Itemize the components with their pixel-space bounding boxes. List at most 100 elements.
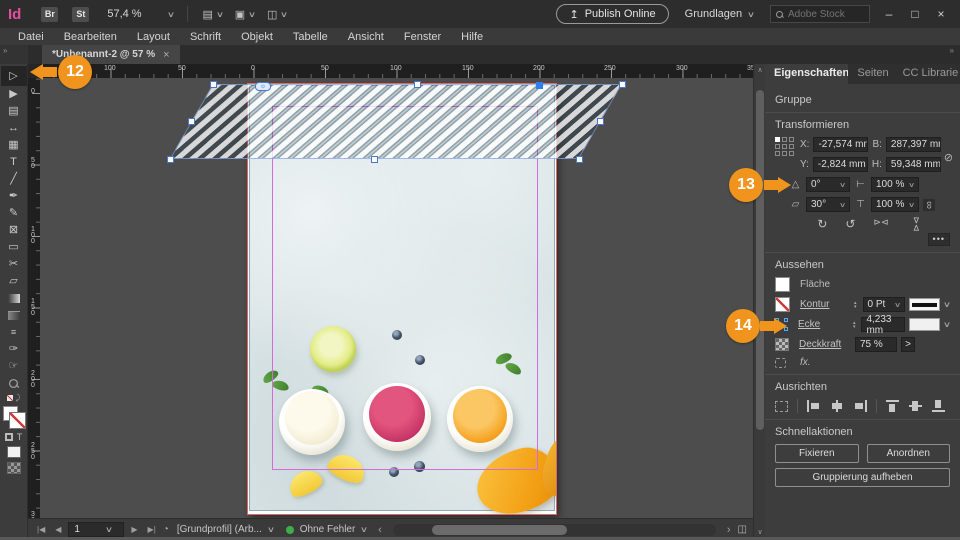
menu-schrift[interactable]: Schrift <box>180 31 231 43</box>
rotation-angle-field[interactable]: 0° ∨ <box>806 177 850 192</box>
vertical-scrollbar-thumb[interactable] <box>756 90 764 430</box>
tool-pencil[interactable]: ✎ <box>1 205 27 222</box>
lock-button[interactable]: Fixieren <box>775 444 859 463</box>
selection-handle[interactable] <box>597 118 604 125</box>
tab-cc-libraries[interactable]: CC Librarie <box>894 64 960 84</box>
x-position-field[interactable]: -27,574 mm <box>813 137 869 152</box>
opacity-link[interactable]: Deckkraft <box>799 339 851 350</box>
screen-mode-control[interactable]: ▣ ∨ <box>235 8 256 21</box>
menu-layout[interactable]: Layout <box>127 31 180 43</box>
publish-online-button[interactable]: ↥ Publish Online <box>556 4 669 24</box>
scroll-left-arrow[interactable]: ‹ <box>375 524 385 536</box>
vertical-scrollbar[interactable]: ∧ ∨ <box>753 64 765 540</box>
selection-handle[interactable] <box>188 118 195 125</box>
tool-hand[interactable]: ☞ <box>1 358 27 375</box>
y-position-field[interactable]: -2,824 mm <box>812 157 868 172</box>
object-style-icon[interactable] <box>775 357 786 368</box>
menu-bearbeiten[interactable]: Bearbeiten <box>54 31 127 43</box>
opacity-field[interactable]: 75 % <box>855 337 897 352</box>
effects-icon[interactable]: fx. <box>800 357 811 368</box>
scroll-up-icon[interactable]: ∧ <box>754 66 766 74</box>
bridge-button[interactable]: Br <box>41 6 59 22</box>
selected-striped-object[interactable] <box>169 84 622 159</box>
align-left-button[interactable] <box>807 400 821 412</box>
selection-handle[interactable] <box>619 81 626 88</box>
arrange-documents-control[interactable]: ◫ ∨ <box>267 8 288 21</box>
tool-scissors[interactable]: ✂ <box>1 256 27 273</box>
selection-handle[interactable] <box>167 156 174 163</box>
opacity-more-button[interactable]: > <box>901 337 915 352</box>
tool-gradient[interactable] <box>1 290 27 307</box>
next-page-button[interactable]: ▶ <box>128 525 140 534</box>
stroke-weight-field[interactable]: 0 Pt ∨ <box>862 297 906 312</box>
last-page-button[interactable]: ▶| <box>145 525 159 534</box>
tool-direct-selection[interactable]: ▶ <box>1 86 27 103</box>
formatting-affects-controls[interactable]: T <box>4 432 22 442</box>
arrange-button[interactable]: Anordnen <box>866 444 950 463</box>
flip-horizontal-button[interactable]: ⊳⊲ <box>873 217 888 231</box>
default-swap-swatches[interactable]: ⤸ <box>6 392 20 404</box>
panel-collapse-icon[interactable]: » <box>950 45 960 64</box>
first-page-button[interactable]: |◀ <box>34 525 48 534</box>
corner-radius-field[interactable]: 4,233 mm <box>861 314 905 336</box>
selection-handle[interactable] <box>414 81 421 88</box>
menu-hilfe[interactable]: Hilfe <box>451 31 493 43</box>
height-field[interactable]: 59,348 mm <box>885 157 941 172</box>
rotate-cw-button[interactable]: ↻ <box>817 217 827 231</box>
tool-pen[interactable]: ✒ <box>1 188 27 205</box>
corner-radius-stepper[interactable]: ▴ ▾ <box>853 320 856 329</box>
tool-note[interactable]: ≡ <box>1 324 27 341</box>
tab-seiten[interactable]: Seiten <box>848 64 893 84</box>
adobe-stock-search[interactable] <box>770 5 870 23</box>
align-right-button[interactable] <box>853 400 867 412</box>
pasteboard[interactable]: ⊙ <box>40 78 753 518</box>
tool-content-collector[interactable]: ▦ <box>1 137 27 154</box>
align-center-horizontal-button[interactable] <box>830 400 844 412</box>
previous-page-button[interactable]: ◀ <box>52 525 64 534</box>
selection-handle[interactable] <box>576 156 583 163</box>
stock-button[interactable]: St <box>72 6 90 22</box>
tool-rectangle[interactable]: ▭ <box>1 239 27 256</box>
align-bottom-button[interactable] <box>932 400 946 412</box>
preflight-icon[interactable]: ◔ <box>163 524 169 535</box>
horizontal-scrollbar[interactable] <box>392 523 716 536</box>
vertical-ruler[interactable]: 0 50 100 150 200 250 300 <box>28 78 40 518</box>
scale-y-field[interactable]: 100 % ∨ <box>871 197 919 212</box>
page-number-field[interactable]: 1 ∨ <box>68 522 125 537</box>
menu-fenster[interactable]: Fenster <box>394 31 451 43</box>
stroke-swatch[interactable] <box>8 412 26 429</box>
align-top-button[interactable] <box>886 400 900 412</box>
tool-gap[interactable]: ↔ <box>1 120 27 137</box>
tab-close-icon[interactable]: × <box>163 49 169 61</box>
preflight-profile-menu[interactable]: [Grundprofil] (Arb... ∨ <box>173 524 278 535</box>
apply-color-button[interactable] <box>6 446 21 458</box>
toolbar-collapse-icon[interactable]: » <box>0 45 28 64</box>
scale-x-field[interactable]: 100 % ∨ <box>871 177 919 192</box>
content-grabber-badge[interactable]: ⊙ <box>255 82 271 91</box>
tool-free-transform[interactable]: ▱ <box>1 273 27 290</box>
flip-vertical-button[interactable]: ⊳⊲ <box>907 216 921 231</box>
constrain-dimensions-icon[interactable]: ⊘ <box>944 151 953 164</box>
corner-style-swatch[interactable] <box>908 318 941 331</box>
spread-view-icon[interactable]: ◫ <box>738 524 747 535</box>
search-input[interactable] <box>788 8 862 20</box>
shear-angle-field[interactable]: 30° ∨ <box>806 197 850 212</box>
tool-selection[interactable]: ▷ <box>0 66 27 86</box>
width-field[interactable]: 287,397 mm <box>885 137 941 152</box>
horizontal-scrollbar-thumb[interactable] <box>431 524 568 535</box>
zoom-level-control[interactable]: 57,4 % ∨ <box>107 8 174 20</box>
tab-eigenschaften[interactable]: Eigenschaften <box>765 64 849 84</box>
more-options-button[interactable]: ••• <box>927 233 950 246</box>
tool-eyedropper[interactable]: ✑ <box>1 341 27 358</box>
constrain-scale-icon[interactable]: ∞ <box>922 198 935 211</box>
rotate-ccw-button[interactable]: ↺ <box>845 217 855 231</box>
preflight-status[interactable]: Ohne Fehler ∨ <box>282 524 371 535</box>
stroke-weight-stepper[interactable]: ▴ ▾ <box>854 300 857 309</box>
tool-line[interactable]: ╱ <box>1 171 27 188</box>
tool-page[interactable]: ▤ <box>1 103 27 120</box>
stroke-link[interactable]: Kontur <box>800 299 850 310</box>
menu-ansicht[interactable]: Ansicht <box>338 31 394 43</box>
scroll-right-arrow[interactable]: › <box>724 524 734 536</box>
stroke-color-swatch[interactable] <box>775 297 790 312</box>
selection-handle[interactable] <box>371 156 378 163</box>
